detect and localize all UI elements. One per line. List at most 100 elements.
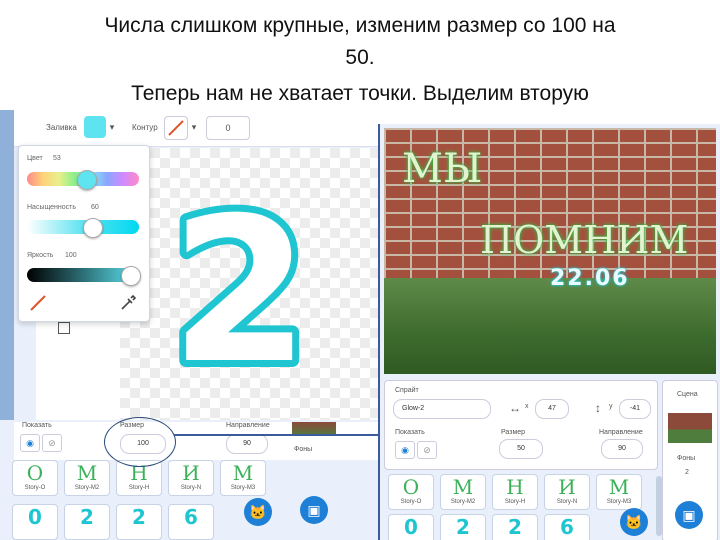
right-sprite-tile[interactable]: Н Story-H <box>492 474 538 510</box>
saturation-label: Насыщенность <box>27 204 77 211</box>
sprite-name-input[interactable]: Glow-2 <box>393 399 491 419</box>
direction-input[interactable]: 90 <box>226 434 268 454</box>
size-input-right[interactable]: 50 <box>499 439 543 459</box>
right-sprite-list: О Story-O М Story-M2 Н Story-H И Story-N М Story-… <box>384 472 656 540</box>
outline-width-input[interactable]: 0 <box>206 116 250 140</box>
sprite-glyph: 0 <box>404 515 418 539</box>
right-sprite-tile[interactable]: 2 <box>440 514 486 540</box>
sprite-glyph: 0 <box>28 505 42 529</box>
eye-icon[interactable]: ◉ <box>20 434 40 452</box>
sprite-glyph: 2 <box>132 505 146 529</box>
left-sprite-tile[interactable]: И Story-N <box>168 460 214 496</box>
sprite-glyph: О <box>402 475 420 499</box>
heading-line-1: Числа слишком крупные, изменим размер со… <box>104 14 616 37</box>
y-icon: ↕ <box>595 401 601 415</box>
glyph-inner: 2 <box>170 175 309 408</box>
no-fill-icon[interactable] <box>29 294 47 312</box>
sprite-glyph: 2 <box>80 505 94 529</box>
color-value: 53 <box>53 155 61 162</box>
backdrops-label-right: Фоны <box>677 455 696 462</box>
right-sprite-tile[interactable]: М Story-M3 <box>596 474 642 510</box>
brightness-value: 100 <box>65 252 77 259</box>
direction-label: Направление <box>226 422 270 429</box>
sprite-name: Story-O <box>400 499 422 505</box>
sprite-name: Story-M3 <box>230 485 256 491</box>
eye-off-icon[interactable]: ⊘ <box>42 434 62 452</box>
brightness-label: Яркость <box>27 252 54 259</box>
add-sprite-icon-right[interactable]: 🐱 <box>620 508 648 536</box>
left-sprite-tile[interactable]: 6 <box>168 504 214 540</box>
outline-swatch[interactable] <box>164 116 188 140</box>
sprite-name: Story-N <box>556 499 578 505</box>
scene-panel: Сцена Фоны 2 ▣ <box>662 380 718 540</box>
right-sprite-tile[interactable]: 0 <box>388 514 434 540</box>
add-backdrop-icon[interactable]: ▣ <box>300 496 328 524</box>
size-label-right: Размер <box>501 429 526 436</box>
right-sprite-tile[interactable]: М Story-M2 <box>440 474 486 510</box>
direction-label-right: Направление <box>599 429 643 436</box>
size-highlight-circle <box>104 417 176 467</box>
x-label: x <box>525 403 529 410</box>
color-slider-handle[interactable] <box>77 170 97 190</box>
connector-line <box>174 434 379 436</box>
fill-dropdown-icon[interactable]: ▾ <box>106 116 118 138</box>
sprite-glyph: М <box>608 475 630 499</box>
left-sprite-tile[interactable]: М Story-M3 <box>220 460 266 496</box>
rectangle-tool-icon[interactable] <box>58 322 70 334</box>
sprite-glyph: И <box>182 461 200 485</box>
left-sprite-tile[interactable]: 2 <box>64 504 110 540</box>
right-sprite-tile[interactable]: 6 <box>544 514 590 540</box>
eye-icon-right[interactable]: ◉ <box>395 441 415 459</box>
fill-label: Заливка <box>46 123 77 132</box>
saturation-value: 60 <box>91 204 99 211</box>
left-sprite-tile[interactable]: 0 <box>12 504 58 540</box>
y-input[interactable]: -41 <box>619 399 651 419</box>
brightness-slider-handle[interactable] <box>121 266 141 286</box>
add-backdrop-icon-right[interactable]: ▣ <box>675 501 703 529</box>
saturation-slider-handle[interactable] <box>83 218 103 238</box>
left-sprite-tile[interactable]: 2 <box>116 504 162 540</box>
outline-dropdown-icon[interactable]: ▾ <box>188 116 200 138</box>
heading-line-3: Теперь нам не хватает точки. Выделим вто… <box>131 82 589 105</box>
sprite-glyph: Н <box>506 475 524 499</box>
left-sprite-tile[interactable]: О Story-O <box>12 460 58 496</box>
sprite-glyph: 6 <box>560 515 574 539</box>
sprite-glyph: 2 <box>508 515 522 539</box>
right-sprite-tile[interactable]: О Story-O <box>388 474 434 510</box>
sprite-glyph: 2 <box>456 515 470 539</box>
color-label: Цвет <box>27 155 43 162</box>
stage-panel-screenshot: МЫ ПОМНИМ 22.06 Спрайт Glow-2 ↔ x 47 ↕ y… <box>378 124 720 540</box>
sprite-name: Story-H <box>128 485 150 491</box>
paint-canvas[interactable]: 2 2 <box>120 148 385 420</box>
eye-off-icon-right[interactable]: ⊘ <box>417 441 437 459</box>
add-sprite-icon[interactable]: 🐱 <box>244 498 272 526</box>
x-icon: ↔ <box>509 401 521 415</box>
backdrops-count-right: 2 <box>685 469 689 476</box>
costume-glyph: 2 2 <box>163 168 316 415</box>
sprite-name: Story-N <box>180 485 202 491</box>
show-label: Показать <box>22 422 52 429</box>
fill-swatch[interactable] <box>84 116 106 138</box>
sprite-name: Story-O <box>24 485 46 491</box>
scene-thumbnail[interactable] <box>668 413 712 443</box>
x-input[interactable]: 47 <box>535 399 569 419</box>
show-label-right: Показать <box>395 429 425 436</box>
right-sprite-tile[interactable]: И Story-N <box>544 474 590 510</box>
right-sprite-tile[interactable]: 2 <box>492 514 538 540</box>
sprite-glyph: И <box>558 475 576 499</box>
scene-label: Сцена <box>677 391 698 398</box>
sprite-name: Story-M2 <box>450 499 476 505</box>
backdrops-label: Фоны <box>294 446 313 453</box>
sprite-glyph: М <box>452 475 474 499</box>
stage-preview: МЫ ПОМНИМ 22.06 <box>384 128 716 374</box>
sprite-list-scrollbar[interactable] <box>656 476 662 536</box>
left-sprite-tile[interactable]: М Story-M2 <box>64 460 110 496</box>
heading-line-2: 50. <box>345 46 375 69</box>
direction-input-right[interactable]: 90 <box>601 439 643 459</box>
sprite-glyph: М <box>232 461 254 485</box>
y-label: y <box>609 403 613 410</box>
sprite-glyph: 6 <box>184 505 198 529</box>
paint-toolbar: Заливка ▾ Контур ▾ 0 <box>14 110 385 147</box>
eyedropper-icon[interactable] <box>119 294 137 312</box>
stage-word-2: ПОМНИМ <box>480 218 689 262</box>
